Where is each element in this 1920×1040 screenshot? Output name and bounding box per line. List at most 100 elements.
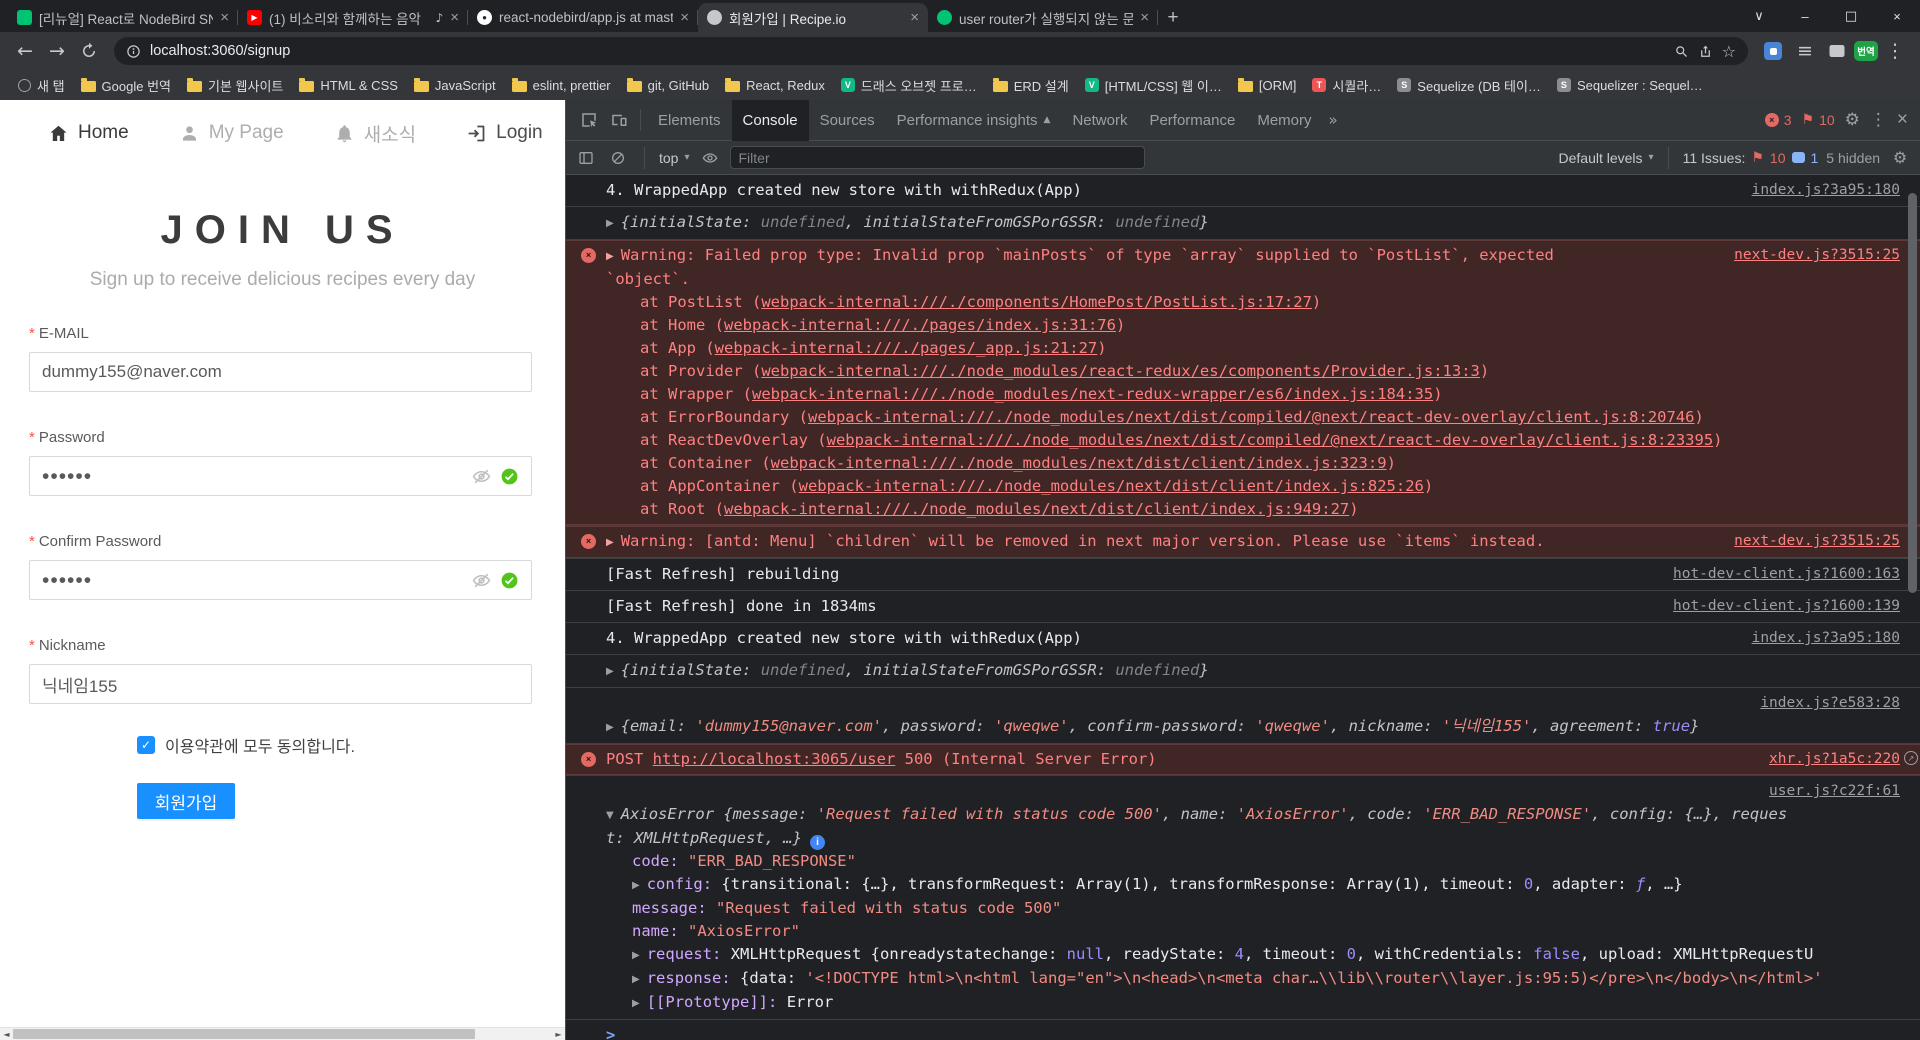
devtools-tab-performance[interactable]: Performance bbox=[1138, 100, 1246, 141]
settings-gear-icon[interactable]: ⚙ bbox=[1845, 110, 1860, 130]
source-link[interactable]: index.js?3a95:180 bbox=[1752, 179, 1900, 202]
signup-submit-button[interactable]: 회원가입 bbox=[137, 783, 235, 819]
terms-checkbox[interactable]: ✓ bbox=[137, 736, 155, 754]
devtools-tab-elements[interactable]: Elements bbox=[647, 100, 732, 141]
expand-caret-icon[interactable]: ▶ bbox=[606, 212, 614, 235]
console-link[interactable]: webpack-internal:///./node_modules/next/… bbox=[724, 500, 1349, 518]
device-toolbar-icon[interactable] bbox=[604, 105, 634, 135]
close-button[interactable]: × bbox=[1874, 0, 1920, 32]
source-link[interactable]: hot-dev-client.js?1600:139 bbox=[1673, 595, 1900, 618]
expand-caret-icon[interactable]: ▶ bbox=[606, 716, 614, 739]
expand-caret-icon[interactable]: ▼ bbox=[606, 804, 614, 827]
share-icon[interactable] bbox=[1698, 44, 1713, 59]
bookmark-item[interactable]: React, Redux bbox=[717, 75, 833, 96]
forward-icon[interactable]: → bbox=[42, 36, 72, 66]
horizontal-scrollbar[interactable]: ◄ ► bbox=[0, 1027, 565, 1040]
devtools-close-icon[interactable]: × bbox=[1897, 109, 1908, 131]
bookmark-item[interactable]: eslint, prettier bbox=[504, 75, 619, 96]
bookmark-item[interactable]: [ORM] bbox=[1230, 75, 1305, 96]
nickname-field[interactable] bbox=[29, 664, 532, 704]
email-field[interactable] bbox=[29, 352, 532, 392]
scroll-right-arrow[interactable]: ► bbox=[552, 1028, 565, 1040]
console-sidebar-icon[interactable] bbox=[574, 146, 598, 170]
url-text[interactable]: localhost:3060/signup bbox=[150, 43, 1665, 59]
console-link[interactable]: webpack-internal:///./components/HomePos… bbox=[761, 293, 1312, 311]
bookmark-item[interactable]: git, GitHub bbox=[619, 75, 717, 96]
bookmark-item[interactable]: 기본 웹사이트 bbox=[179, 73, 291, 98]
clear-console-icon[interactable] bbox=[606, 146, 630, 170]
nav-item-login[interactable]: Login bbox=[466, 122, 543, 144]
expand-caret-icon[interactable]: ▶ bbox=[606, 660, 614, 683]
tab-close-icon[interactable]: × bbox=[910, 10, 919, 25]
site-info-icon[interactable] bbox=[126, 44, 141, 59]
bookmark-item[interactable]: Google 번역 bbox=[73, 73, 179, 98]
expand-caret-icon[interactable]: ▶ bbox=[606, 245, 614, 268]
console-filter-input[interactable] bbox=[729, 146, 1145, 169]
devtools-tab-sources[interactable]: Sources bbox=[809, 100, 886, 141]
console-link[interactable]: webpack-internal:///./node_modules/next/… bbox=[827, 431, 1714, 449]
expand-caret-icon[interactable]: ▶ bbox=[606, 531, 614, 554]
extension-icon[interactable] bbox=[1758, 36, 1788, 66]
expand-caret-icon[interactable]: ▶ bbox=[632, 944, 640, 967]
nav-item-my-page[interactable]: My Page bbox=[179, 122, 284, 144]
console-link[interactable]: webpack-internal:///./node_modules/next/… bbox=[799, 477, 1424, 495]
new-tab-button[interactable]: + bbox=[1158, 3, 1188, 32]
bookmark-item[interactable]: ERD 설계 bbox=[985, 73, 1077, 98]
more-tabs-icon[interactable]: » bbox=[1323, 111, 1344, 129]
scroll-left-arrow[interactable]: ◄ bbox=[0, 1028, 13, 1040]
browser-tab[interactable]: [리뉴얼] React로 NodeBird SNS × bbox=[8, 3, 238, 32]
info-icon[interactable]: i bbox=[809, 835, 825, 850]
source-link[interactable]: next-dev.js?3515:25 bbox=[1734, 530, 1900, 553]
devtools-tab-network[interactable]: Network bbox=[1061, 100, 1138, 141]
eye-invisible-icon[interactable] bbox=[472, 571, 491, 590]
reload-icon[interactable] bbox=[74, 36, 104, 66]
live-expression-eye-icon[interactable] bbox=[698, 146, 722, 170]
confirm-password-field[interactable]: •••••• bbox=[29, 560, 532, 600]
tab-close-icon[interactable]: × bbox=[1140, 10, 1149, 25]
source-link[interactable]: index.js?3a95:180 bbox=[1752, 627, 1900, 650]
address-bar[interactable]: localhost:3060/signup ☆ bbox=[114, 37, 1748, 65]
tab-close-icon[interactable]: × bbox=[220, 10, 229, 25]
console-link[interactable]: webpack-internal:///./pages/index.js:31:… bbox=[724, 316, 1116, 334]
back-icon[interactable]: ← bbox=[10, 36, 40, 66]
bookmark-item[interactable]: JavaScript bbox=[406, 75, 504, 96]
console-error-count[interactable]: × 3 bbox=[1764, 112, 1792, 128]
nav-item-news[interactable]: 새소식 bbox=[334, 120, 416, 147]
menu-kebab-icon[interactable]: ⋮ bbox=[1880, 36, 1910, 66]
bookmark-item[interactable]: V [HTML/CSS] 웹 이… bbox=[1077, 73, 1230, 98]
console-link[interactable]: webpack-internal:///./node_modules/next-… bbox=[752, 385, 1433, 403]
browser-tab[interactable]: ▶ (1) 비소리와 함께하는 음악 ♪ × bbox=[238, 3, 468, 32]
issues-counter[interactable]: 11 Issues: ⚑ 10 1 bbox=[1683, 150, 1819, 166]
request-initiator-icon[interactable]: ↗ bbox=[1904, 751, 1918, 765]
source-link[interactable]: hot-dev-client.js?1600:163 bbox=[1673, 563, 1900, 586]
console-link[interactable]: webpack-internal:///./node_modules/react… bbox=[761, 362, 1480, 380]
browser-tab[interactable]: 회원가입 | Recipe.io × bbox=[698, 3, 928, 32]
vertical-scrollbar-thumb[interactable] bbox=[1908, 193, 1917, 593]
profile-avatar[interactable]: 번역 bbox=[1854, 41, 1878, 61]
devtools-tab-performance-insights[interactable]: Performance insights ▲ bbox=[886, 100, 1062, 141]
scrollbar-thumb[interactable] bbox=[13, 1029, 475, 1039]
eye-invisible-icon[interactable] bbox=[472, 467, 491, 486]
bookmark-item[interactable]: HTML & CSS bbox=[291, 75, 406, 96]
source-link[interactable]: xhr.js?1a5c:220 bbox=[1769, 748, 1900, 771]
bookmark-item[interactable]: S Sequelizer : Sequel… bbox=[1549, 75, 1711, 96]
expand-caret-icon[interactable]: ▶ bbox=[632, 992, 640, 1015]
console-link[interactable]: webpack-internal:///./pages/_app.js:21:2… bbox=[715, 339, 1098, 357]
source-link[interactable]: user.js?c22f:61 bbox=[1769, 780, 1900, 803]
console-link[interactable]: webpack-internal:///./node_modules/next/… bbox=[771, 454, 1387, 472]
console-link[interactable]: webpack-internal:///./node_modules/next/… bbox=[808, 408, 1695, 426]
minimize-button[interactable]: – bbox=[1782, 0, 1828, 32]
console-link[interactable]: http://localhost:3065/user bbox=[653, 750, 896, 768]
devtools-tab-memory[interactable]: Memory bbox=[1246, 100, 1322, 141]
bookmark-item[interactable]: V 드래스 오브젯 프로… bbox=[833, 73, 985, 98]
bookmark-item[interactable]: T 시퀄라… bbox=[1304, 73, 1389, 98]
browser-tab[interactable]: ● react-nodebird/app.js at master × bbox=[468, 3, 698, 32]
reading-list-icon[interactable]: ≡ bbox=[1790, 36, 1820, 66]
devtools-tab-console[interactable]: Console bbox=[731, 99, 809, 141]
context-selector[interactable]: top ▾ bbox=[659, 150, 690, 166]
tab-search-icon[interactable]: ∨ bbox=[1736, 0, 1782, 32]
source-link[interactable]: index.js?e583:28 bbox=[1760, 692, 1900, 715]
log-levels-selector[interactable]: Default levels ▾ bbox=[1559, 150, 1654, 166]
browser-tab[interactable]: user router가 실행되지 않는 문제 × bbox=[928, 3, 1158, 32]
inspect-element-icon[interactable] bbox=[574, 105, 604, 135]
